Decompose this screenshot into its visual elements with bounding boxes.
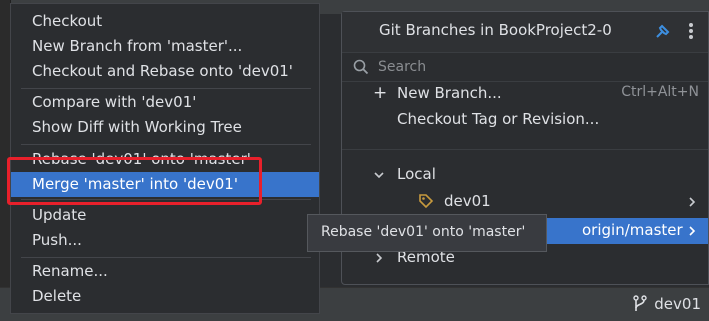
current-branch-label: dev01 bbox=[654, 295, 701, 313]
chevron-right-icon bbox=[376, 253, 383, 263]
menu-item-label: Show Diff with Working Tree bbox=[32, 118, 242, 136]
menu-separator bbox=[21, 257, 311, 258]
menu-item-delete[interactable]: Delete bbox=[11, 284, 319, 309]
more-options-icon[interactable] bbox=[687, 21, 695, 41]
popup-header: Git Branches in BookProject2-0 bbox=[342, 12, 708, 52]
menu-item-label: New Branch from 'master'... bbox=[32, 37, 243, 55]
search-input[interactable] bbox=[378, 56, 678, 78]
menu-item-checkout[interactable]: Checkout bbox=[11, 9, 319, 34]
chevron-down-icon bbox=[374, 172, 384, 179]
new-branch-action[interactable]: + New Branch... Ctrl+Alt+N bbox=[342, 81, 708, 107]
local-group-label: Local bbox=[397, 165, 436, 183]
menu-item-label: Rename... bbox=[32, 262, 108, 280]
menu-item-rename[interactable]: Rename... bbox=[11, 259, 319, 284]
menu-item-label: Checkout bbox=[32, 12, 103, 30]
menu-item-label: Compare with 'dev01' bbox=[32, 93, 197, 111]
plus-icon: + bbox=[373, 83, 388, 103]
menu-item-checkout-rebase[interactable]: Checkout and Rebase onto 'dev01' bbox=[11, 59, 319, 84]
local-group[interactable]: Local bbox=[342, 162, 708, 188]
checkout-tag-action[interactable]: Checkout Tag or Revision... bbox=[342, 107, 708, 133]
branch-name: origin/master bbox=[582, 221, 683, 239]
branch-name: dev01 bbox=[444, 192, 491, 210]
chevron-right-icon bbox=[689, 226, 696, 236]
menu-separator bbox=[21, 88, 311, 89]
git-branch-icon bbox=[633, 295, 647, 311]
menu-item-show-diff[interactable]: Show Diff with Working Tree bbox=[11, 115, 319, 140]
status-branch-widget[interactable]: dev01 bbox=[632, 293, 701, 315]
search-row bbox=[342, 52, 708, 82]
menu-item-label: Checkout and Rebase onto 'dev01' bbox=[32, 62, 293, 80]
new-branch-label: New Branch... bbox=[397, 84, 502, 102]
menu-item-compare[interactable]: Compare with 'dev01' bbox=[11, 90, 319, 115]
menu-item-new-branch[interactable]: New Branch from 'master'... bbox=[11, 34, 319, 59]
branch-item-dev01[interactable]: dev01 bbox=[342, 189, 708, 215]
chevron-right-icon bbox=[689, 197, 696, 207]
divider bbox=[342, 149, 708, 150]
tag-icon bbox=[419, 194, 434, 209]
menu-item-label: Push... bbox=[32, 231, 82, 249]
menu-item-update[interactable]: Update bbox=[11, 203, 319, 228]
checkout-tag-label: Checkout Tag or Revision... bbox=[397, 110, 600, 128]
tooltip-text: Rebase 'dev01' onto 'master' bbox=[321, 224, 526, 240]
popup-title: Git Branches in BookProject2-0 bbox=[379, 21, 612, 39]
new-branch-shortcut: Ctrl+Alt+N bbox=[621, 84, 699, 100]
tooltip: Rebase 'dev01' onto 'master' bbox=[307, 214, 547, 252]
menu-separator bbox=[21, 144, 311, 145]
menu-item-label: Delete bbox=[32, 287, 82, 305]
search-icon bbox=[353, 59, 369, 75]
pin-icon[interactable] bbox=[654, 22, 672, 40]
menu-item-push[interactable]: Push... bbox=[11, 228, 319, 253]
highlight-box bbox=[7, 157, 262, 205]
menu-item-label: Update bbox=[32, 206, 87, 224]
